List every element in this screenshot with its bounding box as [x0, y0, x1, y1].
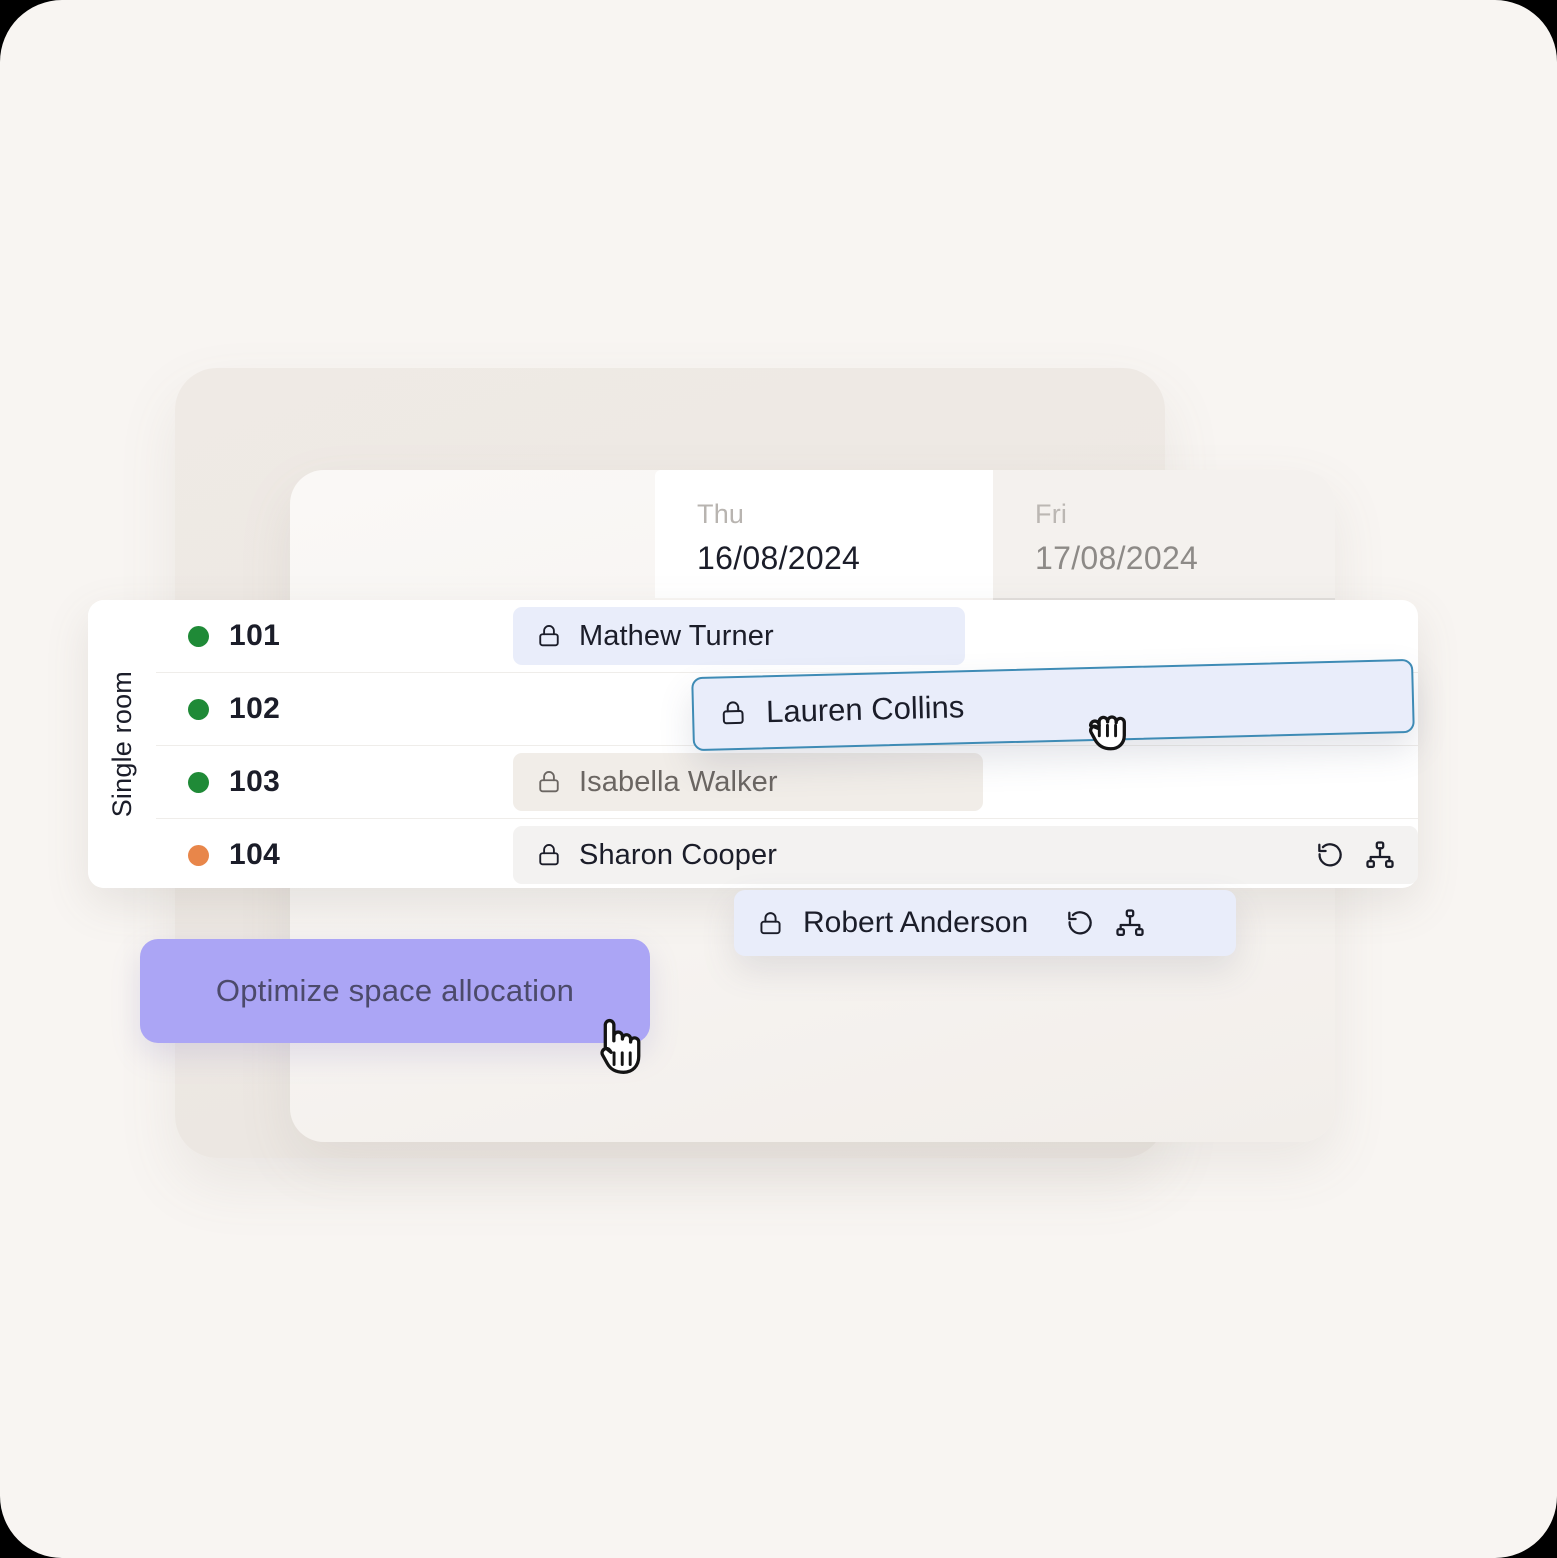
date-column-thu[interactable]: Thu 16/08/2024 [655, 470, 993, 598]
booking-guest-name: Isabella Walker [579, 765, 778, 798]
room-cell-104[interactable]: 104 [156, 838, 513, 872]
status-dot [188, 698, 209, 720]
date-column-fri[interactable]: Fri 17/08/2024 [993, 470, 1335, 598]
table-row[interactable]: 101 Mathew Turner [156, 600, 1418, 673]
sitemap-icon[interactable] [1114, 907, 1146, 939]
table-row[interactable]: 103 Isabella Walker [156, 746, 1418, 819]
dragging-guest-name: Lauren Collins [765, 689, 965, 730]
room-number: 103 [229, 765, 281, 798]
room-number: 101 [229, 619, 281, 652]
lock-icon [539, 625, 559, 647]
lock-icon [760, 911, 781, 934]
room-number: 102 [229, 692, 281, 725]
status-dot [188, 625, 209, 647]
booking-chip-sharon-cooper[interactable]: Sharon Cooper [513, 826, 1418, 884]
room-cell-103[interactable]: 103 [156, 765, 513, 799]
date-dow-fri: Fri [1035, 499, 1068, 529]
booking-guest-name: Robert Anderson [803, 906, 1029, 939]
sitemap-icon[interactable] [1364, 839, 1396, 871]
room-number: 104 [229, 838, 281, 871]
optimize-space-allocation-button[interactable]: Optimize space allocation [140, 939, 650, 1043]
booking-guest-name: Sharon Cooper [579, 838, 777, 871]
booking-lane: Isabella Walker [513, 746, 1418, 818]
app-stage: Thu 16/08/2024 Fri 17/08/2024 Single roo… [0, 0, 1557, 1558]
room-group-label: Single room [106, 670, 137, 818]
booking-guest-name: Mathew Turner [579, 619, 774, 652]
rotate-ccw-icon[interactable] [1314, 839, 1346, 871]
lock-icon [539, 844, 559, 866]
status-dot [188, 771, 209, 793]
booking-lane: Sharon Cooper [513, 819, 1418, 891]
date-dow-thu: Thu [697, 499, 745, 529]
booking-chip-robert-anderson[interactable]: Robert Anderson [734, 890, 1236, 956]
rotate-ccw-icon[interactable] [1064, 907, 1096, 939]
lock-icon [722, 701, 744, 725]
booking-chip-mathew-turner[interactable]: Mathew Turner [513, 607, 965, 665]
lock-icon [539, 771, 559, 793]
booking-chip-actions [1314, 839, 1396, 871]
booking-chip-isabella-walker[interactable]: Isabella Walker [513, 753, 983, 811]
room-cell-101[interactable]: 101 [156, 619, 513, 653]
room-group-column: Single room [88, 600, 156, 888]
date-value-fri: 17/08/2024 [1035, 539, 1199, 576]
status-dot [188, 844, 209, 866]
table-row[interactable]: 104 Sharon Cooper [156, 819, 1418, 891]
room-cell-102[interactable]: 102 [156, 692, 513, 726]
date-value-thu: 16/08/2024 [697, 539, 861, 576]
booking-chip-actions [1064, 907, 1146, 939]
